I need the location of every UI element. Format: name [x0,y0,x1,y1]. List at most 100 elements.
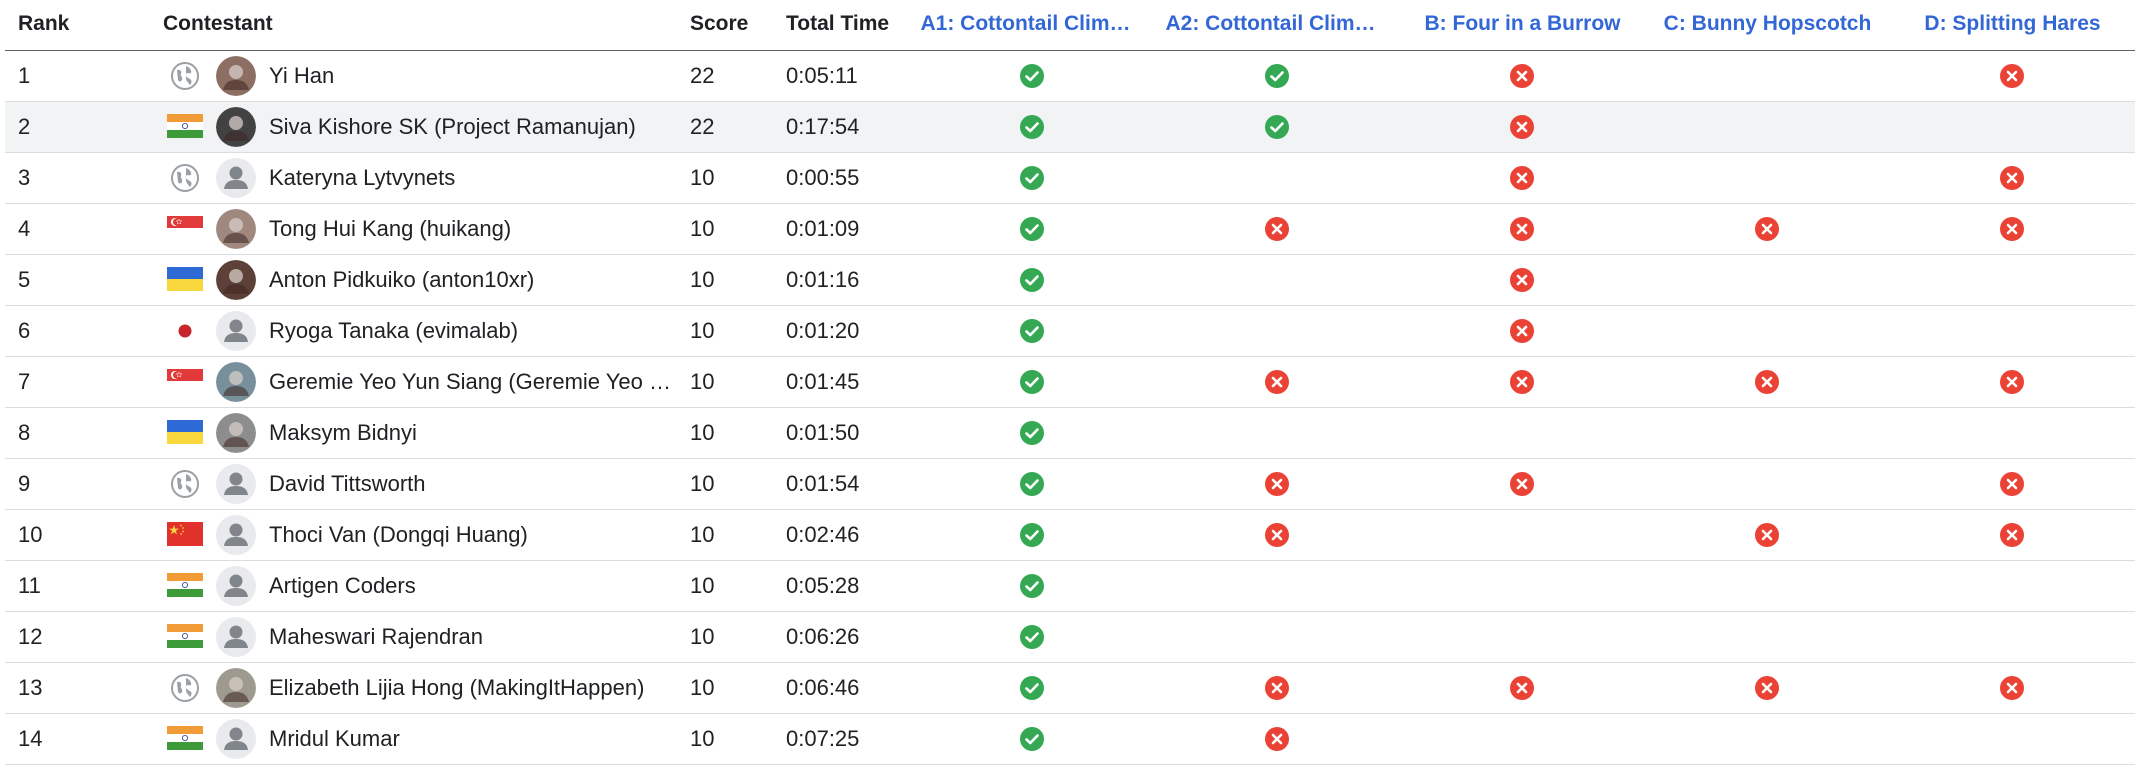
avatar [216,719,256,759]
table-row[interactable]: 13 Elizabeth Lijia Hong (MakingItHappen) 1… [5,663,2135,714]
table-row[interactable]: 6 Ryoga Tanaka (evimalab) 10 0:01:20 [5,306,2135,357]
score-cell: 10 [690,216,715,241]
rejected-x-icon-d[interactable] [2000,523,2024,547]
rejected-x-icon-d[interactable] [2000,166,2024,190]
contestant-name[interactable]: Maheswari Rajendran [269,612,674,662]
rank-cell: 6 [18,318,31,343]
score-header[interactable]: Score [690,0,770,48]
score-cell: 10 [690,165,715,190]
contestant-name[interactable]: Mridul Kumar [269,714,674,764]
rejected-x-icon-c[interactable] [1755,370,1779,394]
rejected-x-icon-b[interactable] [1510,472,1534,496]
rank-cell: 2 [18,114,31,139]
table-row[interactable]: 14 Mridul Kumar 10 0:07:25 [5,714,2135,765]
rejected-x-icon-d[interactable] [2000,217,2024,241]
total-time-header[interactable]: Total Time [786,0,916,48]
rejected-x-icon-b[interactable] [1510,370,1534,394]
accepted-check-icon-a2[interactable] [1265,115,1289,139]
total-time-cell: 0:17:54 [786,114,860,139]
total-time-cell: 0:01:50 [786,420,860,445]
rank-cell: 4 [18,216,31,241]
problem-header-d[interactable]: D: Splitting Hares [1895,0,2130,48]
total-time-cell: 0:01:54 [786,471,860,496]
table-row[interactable]: 7 Geremie Yeo Yun Siang (Geremie Yeo … 10 0… [5,357,2135,408]
accepted-check-icon-a1[interactable] [1020,472,1044,496]
accepted-check-icon-a2[interactable] [1265,64,1289,88]
rejected-x-icon-a2[interactable] [1265,370,1289,394]
accepted-check-icon-a1[interactable] [1020,676,1044,700]
rejected-x-icon-a2[interactable] [1265,472,1289,496]
rank-cell: 9 [18,471,31,496]
avatar [216,311,256,351]
rejected-x-icon-b[interactable] [1510,64,1534,88]
contestant-name[interactable]: Siva Kishore SK (Project Ramanujan) [269,102,674,152]
table-row[interactable]: 8 Maksym Bidnyi 10 0:01:50 [5,408,2135,459]
contestant-name[interactable]: Geremie Yeo Yun Siang (Geremie Yeo … [269,357,674,407]
rejected-x-icon-a2[interactable] [1265,523,1289,547]
contestant-name[interactable]: Ryoga Tanaka (evimalab) [269,306,674,356]
contestant-name[interactable]: Artigen Coders [269,561,674,611]
contestant-name[interactable]: Anton Pidkuiko (anton10xr) [269,255,674,305]
problem-header-a2[interactable]: A2: Cottontail Clim… [1163,0,1378,48]
rejected-x-icon-a2[interactable] [1265,217,1289,241]
rejected-x-icon-b[interactable] [1510,166,1534,190]
table-row[interactable]: 4 Tong Hui Kang (huikang) 10 0:01:09 [5,204,2135,255]
rejected-x-icon-d[interactable] [2000,64,2024,88]
problem-header-b[interactable]: B: Four in a Burrow [1405,0,1640,48]
rejected-x-icon-b[interactable] [1510,115,1534,139]
table-row[interactable]: 12 Maheswari Rajendran 10 0:06:26 [5,612,2135,663]
contestant-name[interactable]: Maksym Bidnyi [269,408,674,458]
problem-header-a1[interactable]: A1: Cottontail Clim… [918,0,1133,48]
accepted-check-icon-a1[interactable] [1020,115,1044,139]
accepted-check-icon-a1[interactable] [1020,217,1044,241]
avatar [216,617,256,657]
rejected-x-icon-d[interactable] [2000,676,2024,700]
contestant-name[interactable]: Thoci Van (Dongqi Huang) [269,510,674,560]
rejected-x-icon-b[interactable] [1510,676,1534,700]
scoreboard: Rank Contestant Score Total Time A1: Cot… [0,0,2140,768]
accepted-check-icon-a1[interactable] [1020,166,1044,190]
table-row[interactable]: 1 Yi Han 22 0:05:11 [5,51,2135,102]
table-row[interactable]: 9 David Tittsworth 10 0:01:54 [5,459,2135,510]
rejected-x-icon-b[interactable] [1510,268,1534,292]
contestant-name[interactable]: Elizabeth Lijia Hong (MakingItHappen) [269,663,674,713]
table-row[interactable]: 2 Siva Kishore SK (Project Ramanujan) 22 0:… [5,102,2135,153]
accepted-check-icon-a1[interactable] [1020,64,1044,88]
rejected-x-icon-b[interactable] [1510,217,1534,241]
accepted-check-icon-a1[interactable] [1020,319,1044,343]
scoreboard-header: Rank Contestant Score Total Time A1: Cot… [5,0,2135,51]
accepted-check-icon-a1[interactable] [1020,370,1044,394]
table-row[interactable]: 5 Anton Pidkuiko (anton10xr) 10 0:01:16 [5,255,2135,306]
rejected-x-icon-d[interactable] [2000,472,2024,496]
rejected-x-icon-c[interactable] [1755,523,1779,547]
contestant-name[interactable]: Kateryna Lytvynets [269,153,674,203]
accepted-check-icon-a1[interactable] [1020,574,1044,598]
rank-header[interactable]: Rank [18,0,108,48]
contestant-name[interactable]: Yi Han [269,51,674,101]
rejected-x-icon-c[interactable] [1755,676,1779,700]
problem-header-c[interactable]: C: Bunny Hopscotch [1650,0,1885,48]
accepted-check-icon-a1[interactable] [1020,523,1044,547]
table-row[interactable]: 11 Artigen Coders 10 0:05:28 [5,561,2135,612]
table-row[interactable]: 10 Thoci Van (Dongqi Huang) 10 0:02:46 [5,510,2135,561]
contestant-name[interactable]: David Tittsworth [269,459,674,509]
rejected-x-icon-b[interactable] [1510,319,1534,343]
accepted-check-icon-a1[interactable] [1020,727,1044,751]
contestant-header[interactable]: Contestant [163,0,463,48]
rank-cell: 7 [18,369,31,394]
rejected-x-icon-a2[interactable] [1265,727,1289,751]
total-time-cell: 0:07:25 [786,726,860,751]
ukraine-flag-icon [167,420,203,444]
rank-cell: 1 [18,63,31,88]
rejected-x-icon-a2[interactable] [1265,676,1289,700]
total-time-cell: 0:02:46 [786,522,860,547]
accepted-check-icon-a1[interactable] [1020,268,1044,292]
rejected-x-icon-c[interactable] [1755,217,1779,241]
table-row[interactable]: 3 Kateryna Lytvynets 10 0:00:55 [5,153,2135,204]
accepted-check-icon-a1[interactable] [1020,625,1044,649]
contestant-name[interactable]: Tong Hui Kang (huikang) [269,204,674,254]
accepted-check-icon-a1[interactable] [1020,421,1044,445]
rejected-x-icon-d[interactable] [2000,370,2024,394]
score-cell: 10 [690,675,715,700]
japan-flag-icon [170,316,200,346]
